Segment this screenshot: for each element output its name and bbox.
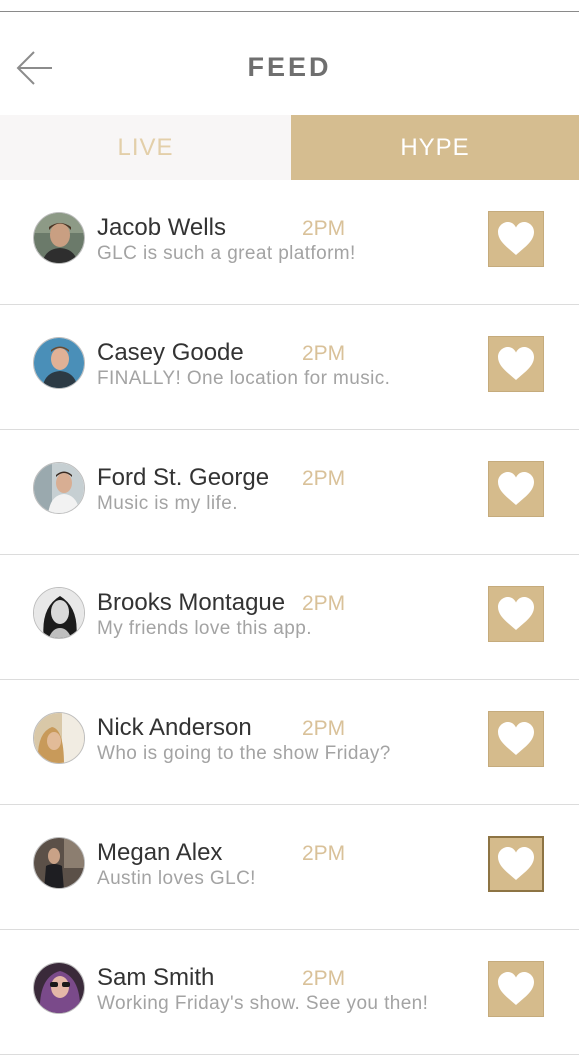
feed-item[interactable]: Jacob Wells 2PM GLC is such a great plat… (0, 180, 579, 305)
feed-item[interactable]: Sam Smith 2PM Working Friday's show. See… (0, 930, 579, 1055)
status-bar-divider (0, 0, 579, 12)
feed-tabs: LIVE HYPE (0, 115, 579, 180)
user-name: Nick Anderson (97, 714, 252, 741)
header: FEED (0, 12, 579, 115)
like-button[interactable] (488, 961, 544, 1017)
feed-item[interactable]: Megan Alex 2PM Austin loves GLC! (0, 805, 579, 930)
avatar[interactable] (33, 212, 85, 264)
heart-icon (498, 847, 534, 880)
user-name: Casey Goode (97, 339, 244, 366)
avatar[interactable] (33, 462, 85, 514)
feed-item[interactable]: Casey Goode 2PM FINALLY! One location fo… (0, 305, 579, 430)
post-text: Who is going to the show Friday? (97, 743, 391, 764)
user-name: Megan Alex (97, 839, 223, 866)
post-time: 2PM (302, 217, 346, 240)
heart-icon (498, 347, 534, 380)
post-text: Austin loves GLC! (97, 868, 256, 889)
tab-live[interactable]: LIVE (0, 115, 291, 180)
heart-icon (498, 722, 534, 755)
post-time: 2PM (302, 842, 346, 865)
user-name: Ford St. George (97, 464, 270, 491)
post-text: My friends love this app. (97, 618, 312, 639)
avatar[interactable] (33, 337, 85, 389)
like-button[interactable] (488, 211, 544, 267)
post-time: 2PM (302, 467, 346, 490)
post-time: 2PM (302, 967, 346, 990)
like-button[interactable] (488, 836, 544, 892)
post-time: 2PM (302, 717, 346, 740)
post-time: 2PM (302, 342, 346, 365)
feed-item[interactable]: Nick Anderson 2PM Who is going to the sh… (0, 680, 579, 805)
heart-icon (498, 472, 534, 505)
like-button[interactable] (488, 461, 544, 517)
user-name: Brooks Montague (97, 589, 286, 616)
feed-list: Jacob Wells 2PM GLC is such a great plat… (0, 180, 579, 1055)
feed-item[interactable]: Brooks Montague 2PM My friends love this… (0, 555, 579, 680)
post-time: 2PM (302, 592, 346, 615)
like-button[interactable] (488, 336, 544, 392)
heart-icon (498, 222, 534, 255)
user-name: Sam Smith (97, 964, 215, 991)
avatar[interactable] (33, 712, 85, 764)
post-text: Music is my life. (97, 493, 238, 514)
tab-hype[interactable]: HYPE (291, 115, 579, 180)
post-text: Working Friday's show. See you then! (97, 993, 429, 1014)
user-name: Jacob Wells (97, 214, 226, 241)
avatar[interactable] (33, 587, 85, 639)
feed-item[interactable]: Ford St. George 2PM Music is my life. (0, 430, 579, 555)
avatar[interactable] (33, 962, 85, 1014)
like-button[interactable] (488, 586, 544, 642)
avatar[interactable] (33, 837, 85, 889)
post-text: FINALLY! One location for music. (97, 368, 391, 389)
post-text: GLC is such a great platform! (97, 243, 356, 264)
page-title: FEED (247, 52, 332, 82)
like-button[interactable] (488, 711, 544, 767)
heart-icon (498, 972, 534, 1005)
heart-icon (498, 597, 534, 630)
